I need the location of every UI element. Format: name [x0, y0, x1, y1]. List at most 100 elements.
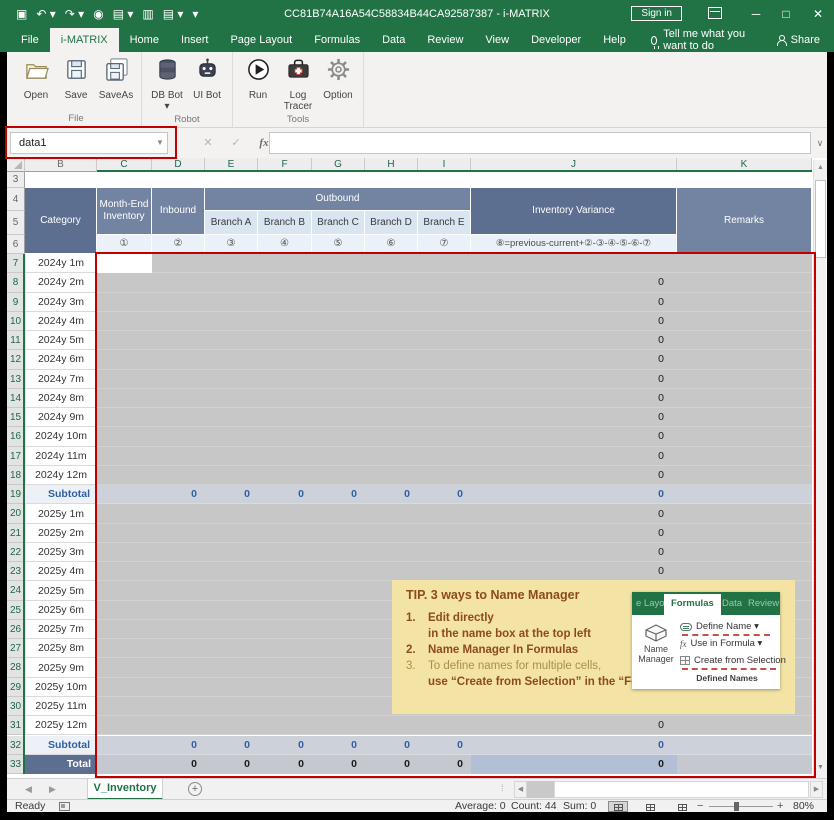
tab-i-matrix[interactable]: i-MATRIX [50, 28, 119, 52]
row-label-32[interactable]: Subtotal [25, 736, 97, 755]
cell-D15[interactable] [152, 408, 205, 427]
cell-E24[interactable] [205, 581, 258, 600]
cell-G22[interactable] [312, 543, 365, 562]
cell-H20[interactable] [365, 504, 418, 523]
cell-C13[interactable] [97, 370, 152, 389]
row-label-7[interactable]: 2024y 1m [25, 254, 97, 273]
open-button[interactable]: Open [17, 54, 55, 111]
cell-K31[interactable] [677, 716, 812, 735]
row-label-23[interactable]: 2025y 4m [25, 562, 97, 581]
cell-F24[interactable] [258, 581, 312, 600]
cell-C24[interactable] [97, 581, 152, 600]
cell-D28[interactable] [152, 658, 205, 677]
cell-J7[interactable] [471, 254, 677, 273]
column-header-D[interactable]: D [152, 158, 205, 172]
cell-H8[interactable] [365, 273, 418, 292]
cell-K17[interactable] [677, 447, 812, 466]
cell-E18[interactable] [205, 466, 258, 485]
save-button[interactable]: Save [57, 54, 95, 111]
row-header-22[interactable]: 22 [7, 543, 25, 562]
cell-D25[interactable] [152, 601, 205, 620]
close-button[interactable]: ✕ [808, 0, 828, 28]
cell-G28[interactable] [312, 658, 365, 677]
cell-I23[interactable] [418, 562, 471, 581]
scroll-up-icon[interactable]: ▲ [814, 160, 827, 176]
cell-J23[interactable]: 0 [471, 562, 677, 581]
cell-G9[interactable] [312, 293, 365, 312]
cell-E17[interactable] [205, 447, 258, 466]
cell-D21[interactable] [152, 524, 205, 543]
cell-K14[interactable] [677, 389, 812, 408]
log-tracer-button[interactable]: Log Tracer [279, 54, 317, 112]
cell-E12[interactable] [205, 350, 258, 369]
tab-page-layout[interactable]: Page Layout [219, 28, 303, 52]
cell-F26[interactable] [258, 620, 312, 639]
saveas-button[interactable]: SaveAs [97, 54, 135, 111]
cell-J20[interactable]: 0 [471, 504, 677, 523]
zoom-in-button[interactable]: + [777, 800, 783, 812]
ui-bot-button[interactable]: UI Bot [188, 54, 226, 112]
cell-I20[interactable] [418, 504, 471, 523]
cell-D26[interactable] [152, 620, 205, 639]
cell-F27[interactable] [258, 639, 312, 658]
tab-review[interactable]: Review [416, 28, 474, 52]
cell-K20[interactable] [677, 504, 812, 523]
cell-E33[interactable]: 0 [205, 755, 258, 774]
row-header-13[interactable]: 13 [7, 370, 25, 389]
select-all-corner[interactable] [7, 158, 25, 172]
cell-D10[interactable] [152, 312, 205, 331]
cell-F20[interactable] [258, 504, 312, 523]
cell-G21[interactable] [312, 524, 365, 543]
row-label-24[interactable]: 2025y 5m [25, 581, 97, 600]
cell-K22[interactable] [677, 543, 812, 562]
cell-C14[interactable] [97, 389, 152, 408]
cell-H23[interactable] [365, 562, 418, 581]
cell-D16[interactable] [152, 427, 205, 446]
row-header-18[interactable]: 18 [7, 466, 25, 485]
cell-F16[interactable] [258, 427, 312, 446]
cell-J17[interactable]: 0 [471, 447, 677, 466]
cell-E27[interactable] [205, 639, 258, 658]
cell-I22[interactable] [418, 543, 471, 562]
cell-C21[interactable] [97, 524, 152, 543]
next-sheet-icon[interactable]: ▶ [49, 779, 56, 800]
cell-G18[interactable] [312, 466, 365, 485]
column-header-J[interactable]: J [471, 158, 677, 172]
zoom-level[interactable]: 80% [793, 800, 814, 812]
paste-special-icon[interactable]: ▤ ▾ [163, 0, 184, 28]
cancel-formula-icon[interactable]: ✕ [197, 132, 219, 154]
row-label-31[interactable]: 2025y 12m [25, 716, 97, 735]
option-button[interactable]: Option [319, 54, 357, 112]
row-header-26[interactable]: 26 [7, 620, 25, 639]
cell-I11[interactable] [418, 331, 471, 350]
cell-E9[interactable] [205, 293, 258, 312]
row-header-30[interactable]: 30 [7, 697, 25, 716]
cell-E14[interactable] [205, 389, 258, 408]
column-header-F[interactable]: F [258, 158, 312, 172]
cell-K13[interactable] [677, 370, 812, 389]
cell-C20[interactable] [97, 504, 152, 523]
row-header-8[interactable]: 8 [7, 273, 25, 292]
cell-J11[interactable]: 0 [471, 331, 677, 350]
sign-in-button[interactable]: Sign in [631, 6, 682, 21]
cell-E8[interactable] [205, 273, 258, 292]
cell-C26[interactable] [97, 620, 152, 639]
row-label-12[interactable]: 2024y 6m [25, 350, 97, 369]
scroll-left-icon[interactable]: ◀ [514, 781, 527, 798]
row-header-28[interactable]: 28 [7, 658, 25, 677]
cell-D20[interactable] [152, 504, 205, 523]
cell-H33[interactable]: 0 [365, 755, 418, 774]
ribbon-display-options-icon[interactable] [708, 7, 722, 19]
cell-E7[interactable] [205, 254, 258, 273]
cell-D17[interactable] [152, 447, 205, 466]
tab-help[interactable]: Help [592, 28, 637, 52]
db-bot-button[interactable]: DB Bot ▾ [148, 54, 186, 112]
cell-K19[interactable] [677, 485, 812, 504]
cell-J9[interactable]: 0 [471, 293, 677, 312]
cell-I17[interactable] [418, 447, 471, 466]
cell-C31[interactable] [97, 716, 152, 735]
row-label-26[interactable]: 2025y 7m [25, 620, 97, 639]
active-cell-C7[interactable] [97, 254, 152, 273]
cell-H19[interactable]: 0 [365, 485, 418, 504]
cell-E25[interactable] [205, 601, 258, 620]
